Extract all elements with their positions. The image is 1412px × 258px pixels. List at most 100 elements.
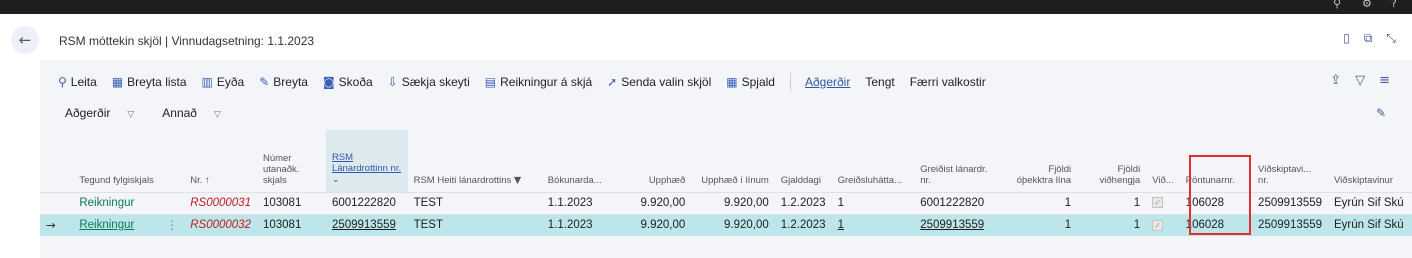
cell-upphaed: 9.920,00 <box>618 213 692 236</box>
cell-fjoldi-vid: 1 <box>1077 191 1147 214</box>
view-icon: ◙ <box>322 75 335 89</box>
other-menu[interactable]: Annað ▽ <box>162 106 235 120</box>
action-bar: ⚲ Leita ▦ Breyta lista ▥ Eyða ✎ Breyta ◙ Skoð… <box>58 73 1001 91</box>
page-title: RSM móttekin skjöl | Vinnudagsetning: 1.… <box>59 34 315 48</box>
send-icon: ➚ <box>607 75 618 89</box>
cell-nr[interactable]: RS0000031 <box>184 191 257 214</box>
column-header[interactable]: Bókunarda... <box>542 130 618 192</box>
row-menu-icon[interactable]: ⋮ <box>160 213 185 236</box>
action-search[interactable]: ⚲ Leita <box>58 75 97 89</box>
action-label: Leita <box>70 75 97 89</box>
collapse-icon[interactable]: ⤡ <box>1386 31 1396 46</box>
cell-tegund[interactable]: Reikningur <box>73 213 161 236</box>
column-header[interactable]: Greiðsluhátta... <box>832 130 915 192</box>
cell-bokun: 1.1.2023 <box>541 191 619 214</box>
actions-menu[interactable]: Aðgerðir ▽ <box>65 106 148 120</box>
settings-icon[interactable]: ⚙ <box>1362 0 1372 10</box>
cell-greidist[interactable]: 2509913559 <box>914 213 1004 236</box>
column-header-label: RSM Lánardrottinn nr. <box>331 151 402 174</box>
tab-actions[interactable]: Aðgerðir <box>805 75 850 89</box>
action-delete[interactable]: ▥ Eyða <box>202 75 245 89</box>
fetch-icon: ⇩ <box>387 75 398 89</box>
invoice-icon: ▤ <box>484 75 497 89</box>
cell-vid: ✓ <box>1146 213 1180 236</box>
pencil-icon: ✎ <box>259 75 270 89</box>
column-header[interactable]: Gjalddagi <box>775 130 832 192</box>
column-header[interactable]: Greiðist lánardr. nr. <box>914 130 1003 192</box>
checkbox[interactable]: ✓ <box>1152 219 1164 231</box>
other-menu-label: Annað <box>162 106 197 120</box>
filter-icon[interactable]: ▽ <box>1355 73 1365 88</box>
column-header-rsm[interactable]: RSM Lánardrottinn nr. ⌄ <box>325 130 408 192</box>
top-bar: ⚲ ⚙ ? <box>0 0 1412 14</box>
action-label: Sækja skeyti <box>401 75 470 89</box>
back-button[interactable]: ← <box>11 26 39 54</box>
cell-greidslu: 1 <box>831 191 915 214</box>
action-label: Senda valin skjöl <box>621 75 712 89</box>
cell-vidskiptavinr: 2509913559 <box>1252 213 1329 236</box>
search-icon[interactable]: ⚲ <box>1333 0 1341 10</box>
column-header[interactable]: Upphæð í línum <box>691 130 775 192</box>
share-icon[interactable]: ⇪ <box>1330 73 1341 88</box>
action-label: Eyða <box>216 75 245 89</box>
column-header[interactable]: Við... <box>1146 130 1179 192</box>
action-label: Skoða <box>338 75 373 89</box>
column-header[interactable]: Nr. ↑ <box>184 130 257 192</box>
column-header[interactable]: Upphæð <box>618 130 691 192</box>
search-icon: ⚲ <box>58 75 67 89</box>
tab-related[interactable]: Tengt <box>865 75 894 89</box>
column-header[interactable]: Fjöldi óþekktra lína <box>1003 130 1077 192</box>
highlight-box <box>1189 155 1251 235</box>
cell-upphaed-linum: 9.920,00 <box>691 213 775 236</box>
cell-heiti: TEST <box>407 191 542 214</box>
action-label: Breyta lista <box>127 75 187 89</box>
chevron-down-icon: ▽ <box>127 110 135 120</box>
edit-list-icon: ▦ <box>111 75 124 89</box>
action-fetch[interactable]: ⇩ Sækja skeyti <box>388 75 470 89</box>
cell-greidist: 6001222820 <box>914 191 1004 214</box>
delete-icon: ▥ <box>201 75 213 89</box>
cell-fjoldi-lina: 1 <box>1003 191 1078 214</box>
row-menu-header <box>160 130 184 192</box>
column-header[interactable]: Tegund fylgiskjals <box>73 130 160 192</box>
row-indicator-header <box>40 130 73 192</box>
cell-rsm: 6001222820 <box>325 191 408 214</box>
chevron-down-icon: ⌄ <box>331 174 340 185</box>
row-menu <box>160 191 185 214</box>
cell-nr[interactable]: RS0000032 <box>184 213 257 236</box>
cell-tegund[interactable]: Reikningur <box>73 191 161 214</box>
sub-action-bar: Aðgerðir ▽ Annað ▽ <box>65 106 249 120</box>
chevron-down-icon: ▽ <box>213 110 221 120</box>
help-icon[interactable]: ? <box>1391 0 1397 10</box>
column-header[interactable]: Viðskiptavinur <box>1328 130 1412 192</box>
action-view[interactable]: ◙ Skoða <box>323 75 373 89</box>
list-view-icon[interactable]: ≡ <box>1379 73 1390 88</box>
open-new-window-icon[interactable]: ⧉ <box>1364 31 1373 46</box>
column-header-label: RSM Heiti lánardrottins <box>413 174 512 186</box>
column-header[interactable]: Númer utanaðk. skjals <box>257 130 326 192</box>
action-invoice[interactable]: ▤ Reikningur á skjá <box>485 75 592 89</box>
fewer-options-button[interactable]: Færri valkostir <box>910 75 986 89</box>
action-edit-list[interactable]: ▦ Breyta lista <box>112 75 187 89</box>
cell-heiti: TEST <box>407 213 542 236</box>
action-send[interactable]: ➚ Senda valin skjöl <box>607 75 711 89</box>
cell-rsm[interactable]: 2509913559 <box>325 213 408 236</box>
cell-gjalddagi: 1.2.2023 <box>774 213 832 236</box>
card-icon: ▦ <box>726 75 738 89</box>
cell-vidskiptavinr: 2509913559 <box>1252 191 1329 214</box>
bookmark-icon[interactable]: ▯ <box>1343 31 1350 46</box>
action-label: Reikningur á skjá <box>500 75 593 89</box>
cell-vid: ✓ <box>1146 191 1180 214</box>
cell-upphaed-linum: 9.920,00 <box>691 191 775 214</box>
cell-bokun: 1.1.2023 <box>541 213 619 236</box>
column-header[interactable]: Viðskiptavi... nr. <box>1252 130 1328 192</box>
cell-greidslu[interactable]: 1 <box>831 213 915 236</box>
action-edit[interactable]: ✎ Breyta <box>259 75 308 89</box>
cell-numer: 103081 <box>256 213 326 236</box>
column-header[interactable]: Fjöldi viðhengja <box>1077 130 1146 192</box>
column-header[interactable]: RSM Heiti lánardrottins ▼ <box>408 130 542 192</box>
action-label: Spjald <box>741 75 775 89</box>
pin-icon[interactable]: ✎ <box>1376 106 1386 120</box>
action-card[interactable]: ▦ Spjald <box>726 75 775 89</box>
checkbox[interactable]: ✓ <box>1152 197 1164 209</box>
